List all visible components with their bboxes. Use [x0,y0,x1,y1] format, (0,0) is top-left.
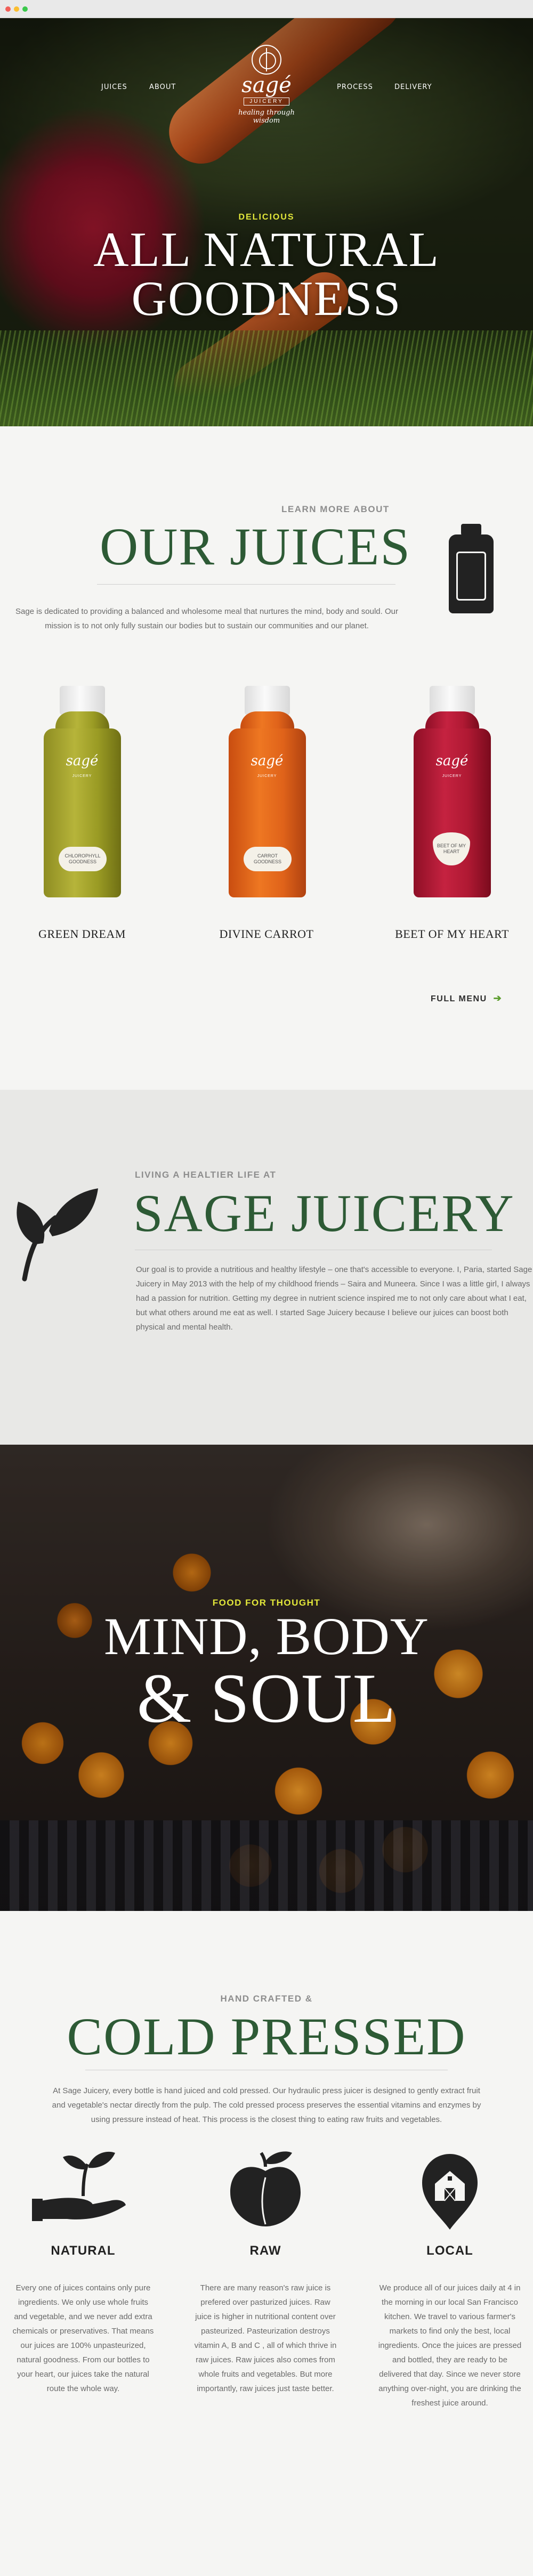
bottle-logo: sagé JUICERY [435,753,469,778]
full-menu-link[interactable]: FULL MENU ➔ [431,993,502,1004]
logo-tagline: healing through wisdom [238,109,295,125]
mbs-title-line-2: & SOUL [136,1659,397,1737]
feature-text: We produce all of our juices daily at 4 … [378,2283,522,2408]
juice-name-beet-of-my-heart[interactable]: BEET OF MY HEART [383,927,521,941]
bottle-logo: sagé JUICERY [66,753,99,778]
hero-title: ALL NATURAL GOODNESS [0,225,533,323]
about-title: SAGE JUICERY [133,1184,515,1243]
juice-name-green-dream[interactable]: GREEN DREAM [13,927,151,941]
nav-item-process[interactable]: PROCESS [337,83,373,91]
window-close-dot[interactable] [5,6,11,12]
mind-body-soul-section: FOOD FOR THOUGHT MIND, BODY & SOUL [0,1445,533,1911]
nav-item-juices[interactable]: JUICES [101,83,127,91]
juices-description: Sage is dedicated to providing a balance… [15,607,398,630]
hero-section: JUICES ABOUT sagé JUICERY healing throug… [0,18,533,426]
juice-bottle-divine-carrot[interactable]: sagé JUICERY CARROT GOODNESS [229,686,306,897]
divider [97,584,395,585]
feature-local: LOCAL We produce all of our juices daily… [377,2145,522,2410]
bottle-icon [449,524,494,613]
feature-title: NATURAL [51,2243,116,2258]
juice-name-divine-carrot[interactable]: DIVINE CARROT [197,927,336,941]
nav-item-delivery[interactable]: DELIVERY [394,83,432,91]
feature-natural: NATURAL Every one of juices contains onl… [11,2145,156,2396]
cold-body: At Sage Juicery, every bottle is hand ju… [52,2086,481,2124]
logo-name: sagé [241,73,292,98]
about-section: LIVING A HEALTIER LIFE AT SAGE JUICERY O… [0,1090,533,1445]
juice-bottle-beet-of-my-heart[interactable]: sagé JUICERY BEET OF MY HEART [414,686,491,897]
window-minimize-dot[interactable] [14,6,19,12]
about-kicker: LIVING A HEALTIER LIFE AT [135,1170,277,1180]
juices-section: LEARN MORE ABOUT OUR JUICES Sage is dedi… [0,426,533,1090]
hero-kicker: DELICIOUS [238,213,295,222]
window-zoom-dot[interactable] [22,6,28,12]
juice-bottle-green-dream[interactable]: sagé JUICERY CHLOROPHYLL GOODNESS [44,686,121,897]
nav-item-about[interactable]: ABOUT [149,83,176,91]
logo[interactable]: sagé JUICERY healing through wisdom [225,45,308,125]
peach-icon [230,2151,301,2226]
feature-title: LOCAL [426,2243,473,2258]
bottle-logo: sagé JUICERY [251,753,284,778]
hero-title-line-1: ALL NATURAL [93,222,440,277]
full-menu-label: FULL MENU [431,994,487,1003]
feature-text: There are many reason's raw juice is pre… [194,2283,337,2393]
feature-title: RAW [249,2243,281,2258]
cold-title: COLD PRESSED [67,2007,466,2066]
sprout-hand-icon [32,2151,126,2221]
cold-pressed-section: HAND CRAFTED & COLD PRESSED At Sage Juic… [0,1911,533,2522]
about-body: Our goal is to provide a nutritious and … [136,1265,532,1332]
leaves-icon [17,1188,98,1282]
mbs-title-line-1: MIND, BODY [104,1607,429,1666]
browser-bar [0,0,533,18]
logo-subtitle: JUICERY [244,98,289,106]
arrow-right-icon: ➔ [493,993,503,1003]
barn-pin-icon [422,2154,478,2230]
bottle-tag: CARROT GOODNESS [244,847,292,871]
feature-raw: RAW There are many reason's raw juice is… [193,2145,338,2396]
bottle-tag: CHLOROPHYLL GOODNESS [59,847,107,871]
main-nav: JUICES ABOUT sagé JUICERY healing throug… [0,18,533,125]
juices-kicker: LEARN MORE ABOUT [281,504,390,514]
hero-title-line-2: GOODNESS [131,271,402,326]
juices-title: OUR JUICES [100,517,411,576]
cold-kicker: HAND CRAFTED & [220,1994,313,2004]
citrus-icon [252,45,281,75]
feature-text: Every one of juices contains only pure i… [12,2283,154,2393]
